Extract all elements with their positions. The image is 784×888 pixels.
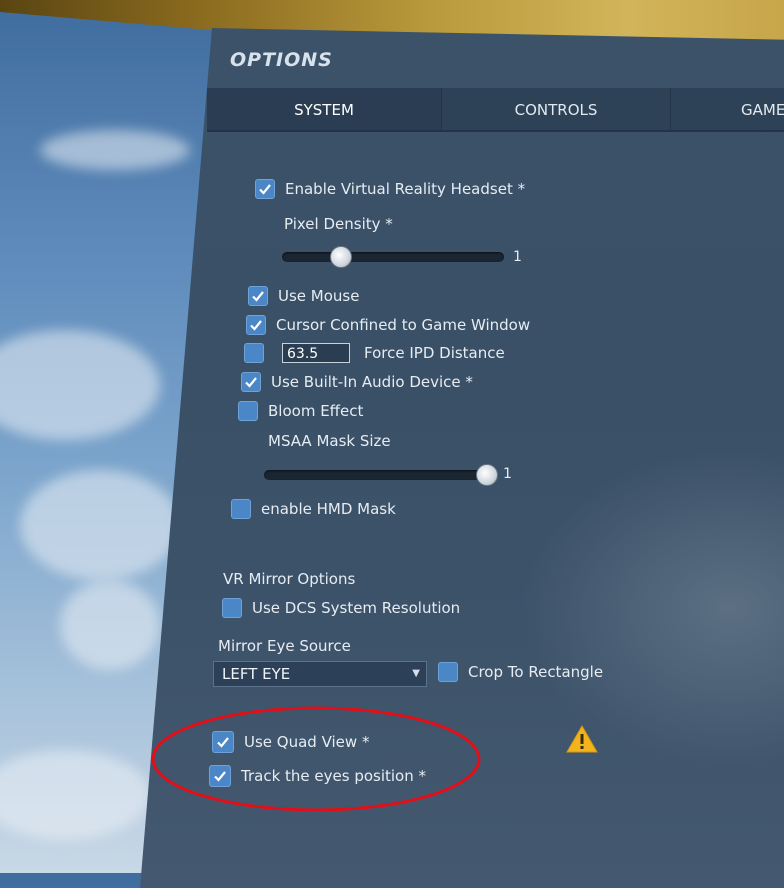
force-ipd-label: Force IPD Distance	[364, 344, 505, 362]
pixel-density-label: Pixel Density *	[284, 215, 393, 233]
dropdown-arrow-icon: ▼	[412, 668, 420, 679]
bloom-option: Bloom Effect	[238, 401, 363, 421]
use-dcs-resolution-option: Use DCS System Resolution	[222, 598, 460, 618]
cursor-confined-option: Cursor Confined to Game Window	[246, 315, 530, 335]
enable-vr-headset-option: Enable Virtual Reality Headset *	[255, 179, 525, 199]
msaa-mask-slider-handle[interactable]	[476, 464, 498, 486]
check-icon	[252, 291, 264, 302]
tab-game[interactable]: GAME	[671, 88, 784, 132]
mirror-eye-source-select[interactable]: LEFT EYE ▼	[213, 661, 427, 687]
cursor-confined-label: Cursor Confined to Game Window	[276, 316, 531, 334]
ipd-distance-input[interactable]: 63.5	[282, 343, 350, 363]
builtin-audio-label: Use Built-In Audio Device *	[271, 373, 473, 391]
use-mouse-option: Use Mouse	[248, 286, 359, 306]
check-icon	[245, 377, 257, 388]
msaa-mask-value: 1	[503, 466, 512, 482]
vr-mirror-heading: VR Mirror Options	[223, 570, 356, 588]
annotation-ellipse	[151, 706, 481, 812]
tab-bar: SYSTEM CONTROLS GAME	[207, 88, 784, 132]
tab-controls[interactable]: CONTROLS	[442, 88, 671, 132]
pixel-density-value: 1	[513, 249, 522, 265]
check-icon	[259, 184, 271, 195]
pixel-density-slider-handle[interactable]	[330, 246, 352, 268]
options-title: OPTIONS	[230, 49, 333, 71]
force-ipd-checkbox[interactable]	[244, 343, 264, 363]
enable-vr-headset-label: Enable Virtual Reality Headset *	[285, 180, 526, 198]
builtin-audio-checkbox[interactable]	[241, 372, 261, 392]
crop-to-rectangle-option: Crop To Rectangle	[438, 662, 603, 682]
builtin-audio-option: Use Built-In Audio Device *	[241, 372, 473, 392]
enable-vr-headset-checkbox[interactable]	[255, 179, 275, 199]
mirror-eye-source-label: Mirror Eye Source	[218, 637, 351, 655]
mirror-eye-source-label-row: Mirror Eye Source	[218, 637, 351, 655]
vr-mirror-heading-row: VR Mirror Options	[223, 570, 355, 588]
use-dcs-resolution-label: Use DCS System Resolution	[252, 599, 461, 617]
pixel-density-slider[interactable]	[282, 252, 504, 262]
msaa-mask-slider[interactable]	[264, 470, 498, 480]
cursor-confined-checkbox[interactable]	[246, 315, 266, 335]
hmd-mask-checkbox[interactable]	[231, 499, 251, 519]
bloom-checkbox[interactable]	[238, 401, 258, 421]
msaa-mask-label-row: MSAA Mask Size	[268, 432, 391, 450]
msaa-mask-label: MSAA Mask Size	[268, 432, 391, 450]
use-dcs-resolution-checkbox[interactable]	[222, 598, 242, 618]
mirror-eye-source-value: LEFT EYE	[222, 665, 291, 683]
hmd-mask-label: enable HMD Mask	[261, 500, 396, 518]
pixel-density-label-row: Pixel Density *	[284, 215, 393, 233]
use-mouse-label: Use Mouse	[278, 287, 360, 305]
warning-triangle-icon	[566, 724, 598, 753]
hmd-mask-option: enable HMD Mask	[231, 499, 396, 519]
crop-to-rectangle-checkbox[interactable]	[438, 662, 458, 682]
check-icon	[250, 320, 262, 331]
tab-system[interactable]: SYSTEM	[207, 88, 442, 132]
force-ipd-option: 63.5 Force IPD Distance	[244, 343, 505, 363]
use-mouse-checkbox[interactable]	[248, 286, 268, 306]
crop-to-rectangle-label: Crop To Rectangle	[468, 663, 604, 681]
bloom-label: Bloom Effect	[268, 402, 364, 420]
